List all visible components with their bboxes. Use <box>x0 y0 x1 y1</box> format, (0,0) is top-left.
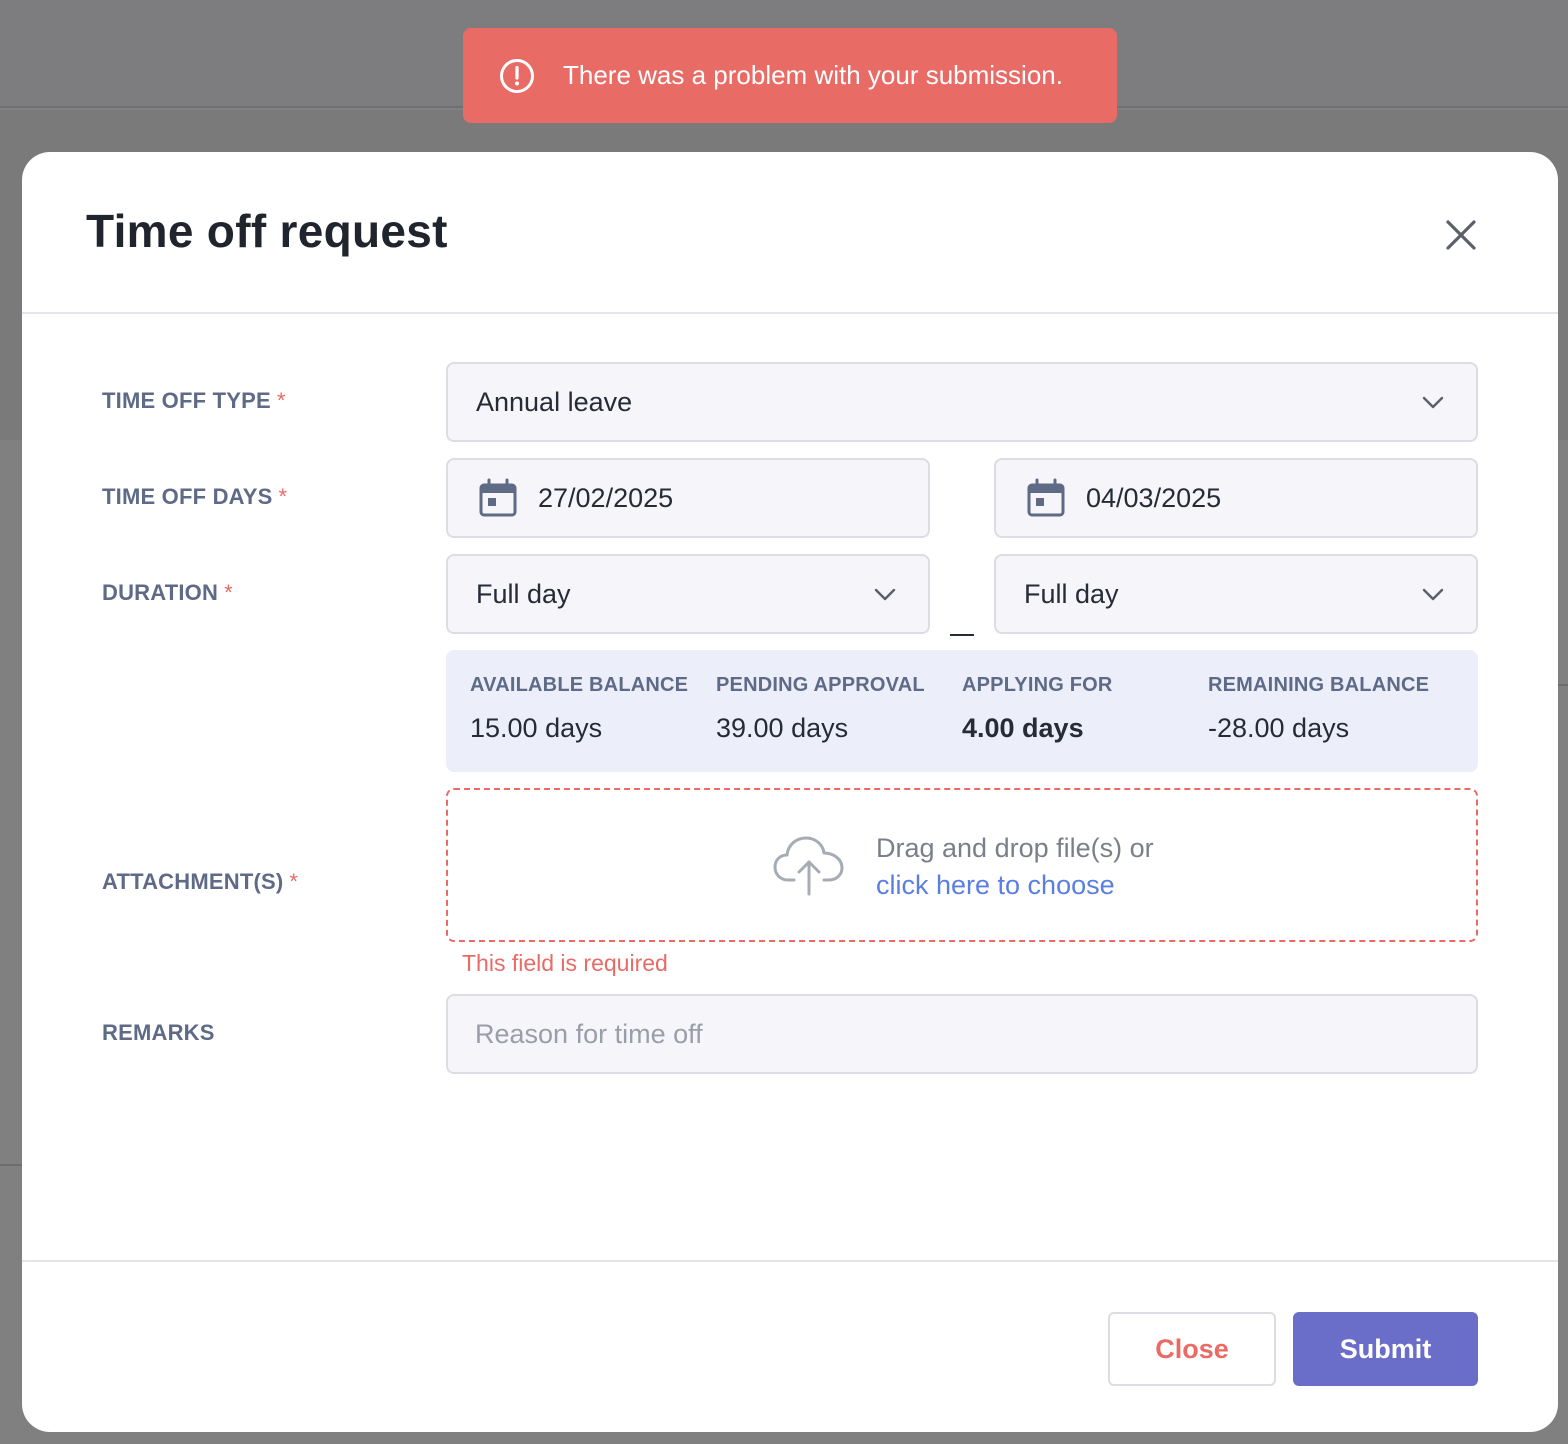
chevron-down-icon <box>1420 389 1446 415</box>
end-duration-value: Full day <box>1024 578 1119 609</box>
attachment-error-message: This field is required <box>462 950 668 976</box>
start-duration-value: Full day <box>476 578 571 609</box>
balance-title: APPLYING FOR <box>962 674 1113 696</box>
calendar-icon <box>1026 478 1066 518</box>
balance-title: AVAILABLE BALANCE <box>470 674 689 696</box>
remarks-label: REMARKS <box>102 1020 215 1045</box>
time-off-request-modal: Time off request TIME OFF TYPE * Annual l… <box>22 152 1558 1432</box>
applying-for: APPLYING FOR 4.00 days <box>962 674 1113 744</box>
remaining-balance: REMAINING BALANCE -28.00 days <box>1208 674 1429 744</box>
balance-title: REMAINING BALANCE <box>1208 674 1430 696</box>
choose-file-link[interactable]: click here to choose <box>876 867 1154 904</box>
end-duration-select[interactable]: Full day <box>994 554 1478 634</box>
attachments-label: ATTACHMENT(S) * <box>102 869 299 894</box>
balance-title: PENDING APPROVAL <box>716 674 925 696</box>
chevron-down-icon <box>872 581 898 607</box>
cloud-upload-icon <box>772 828 846 902</box>
time-off-days-label: TIME OFF DAYS * <box>102 484 288 509</box>
balance-value: -28.00 days <box>1208 713 1350 743</box>
file-dropzone[interactable]: Drag and drop file(s) or click here to c… <box>446 788 1478 942</box>
time-off-type-value: Annual leave <box>476 386 633 417</box>
alert-circle-icon <box>499 58 535 94</box>
time-off-type-label: TIME OFF TYPE * <box>102 388 286 413</box>
start-duration-select[interactable]: Full day <box>446 554 930 634</box>
start-date-input[interactable]: 27/02/2025 <box>446 458 930 538</box>
remarks-input[interactable] <box>446 994 1478 1074</box>
available-balance: AVAILABLE BALANCE 15.00 days <box>470 674 688 744</box>
required-mark: * <box>224 580 233 605</box>
required-mark: * <box>276 388 286 413</box>
balance-value: 39.00 days <box>716 713 849 743</box>
required-mark: * <box>289 869 299 894</box>
duration-label: DURATION * <box>102 580 233 605</box>
dropzone-text: Drag and drop file(s) or click here to c… <box>876 830 1154 904</box>
end-date-value: 04/03/2025 <box>1086 482 1222 513</box>
error-toast: There was a problem with your submission… <box>463 28 1117 123</box>
calendar-icon <box>478 478 518 518</box>
start-date-value: 27/02/2025 <box>538 482 674 513</box>
background-divider <box>1558 684 1568 686</box>
modal-footer: Close Submit <box>22 1260 1558 1432</box>
submit-button[interactable]: Submit <box>1293 1312 1478 1386</box>
close-icon[interactable] <box>1436 210 1486 260</box>
end-date-input[interactable]: 04/03/2025 <box>994 458 1478 538</box>
close-button[interactable]: Close <box>1108 1312 1276 1386</box>
pending-approval: PENDING APPROVAL 39.00 days <box>716 674 925 744</box>
balance-value: 15.00 days <box>470 713 603 743</box>
balance-value: 4.00 days <box>962 713 1084 743</box>
required-mark: * <box>278 484 288 509</box>
background-divider <box>0 1164 22 1166</box>
time-off-type-select[interactable]: Annual leave <box>446 362 1478 442</box>
modal-title: Time off request <box>86 205 448 257</box>
dropzone-instructions: Drag and drop file(s) or <box>876 833 1154 863</box>
modal-header: Time off request <box>22 152 1558 314</box>
toast-message: There was a problem with your submission… <box>563 60 1063 90</box>
balance-summary: AVAILABLE BALANCE 15.00 days PENDING APP… <box>446 650 1478 772</box>
date-range-separator <box>950 634 974 636</box>
chevron-down-icon <box>1420 581 1446 607</box>
